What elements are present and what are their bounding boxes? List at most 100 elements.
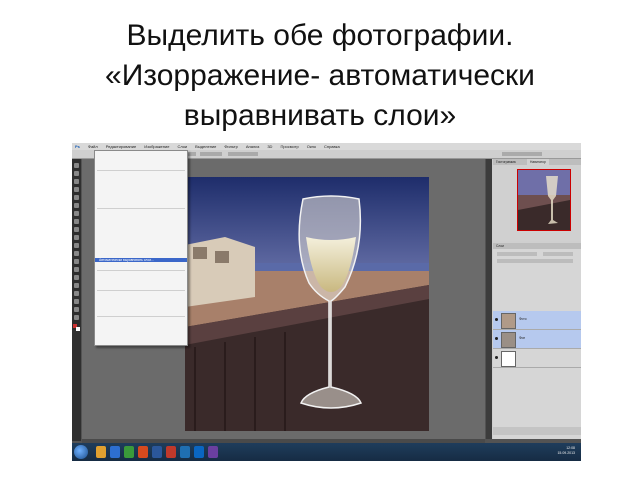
eye-icon[interactable] bbox=[495, 356, 498, 359]
menu-item[interactable] bbox=[99, 234, 183, 238]
lock-controls[interactable] bbox=[497, 259, 573, 263]
menu-ps-logo[interactable]: Ps bbox=[75, 143, 80, 150]
move-tool-icon[interactable] bbox=[74, 163, 79, 168]
menu-item[interactable] bbox=[99, 172, 183, 176]
navigator-tabs: Гистограмма Навигатор bbox=[493, 159, 581, 165]
menu-item[interactable] bbox=[99, 284, 183, 288]
menu-item[interactable] bbox=[99, 246, 183, 250]
tab-navigator[interactable]: Навигатор bbox=[527, 159, 549, 165]
menu-item[interactable] bbox=[99, 210, 183, 214]
system-clock[interactable]: 12:08 15.09.2013 bbox=[557, 446, 575, 456]
menu-item[interactable] bbox=[99, 216, 183, 220]
menu-item[interactable] bbox=[99, 252, 183, 256]
tab-histogram[interactable]: Гистограмма bbox=[496, 159, 516, 165]
healing-brush-tool-icon[interactable] bbox=[74, 211, 79, 216]
menu-bar: Ps Файл Редактирование Изображение Слои … bbox=[72, 143, 581, 150]
menu-3d[interactable]: 3D bbox=[267, 143, 272, 150]
crop-tool-icon[interactable] bbox=[74, 195, 79, 200]
menu-edit[interactable]: Редактирование bbox=[106, 143, 136, 150]
word-icon[interactable] bbox=[152, 446, 162, 458]
menu-analysis[interactable]: Анализ bbox=[246, 143, 260, 150]
layers-footer-buttons[interactable] bbox=[493, 427, 581, 435]
background-color-swatch[interactable] bbox=[76, 327, 80, 331]
menu-window[interactable]: Окно bbox=[307, 143, 316, 150]
menu-item[interactable] bbox=[99, 318, 183, 322]
app-icon[interactable] bbox=[138, 446, 148, 458]
menu-item[interactable] bbox=[99, 190, 183, 194]
photoshop-taskbar-icon[interactable] bbox=[180, 446, 190, 458]
menu-file[interactable]: Файл bbox=[88, 143, 98, 150]
app-icon[interactable] bbox=[124, 446, 134, 458]
options-control[interactable] bbox=[200, 152, 222, 156]
app-icon[interactable] bbox=[194, 446, 204, 458]
menu-separator bbox=[97, 270, 185, 271]
menu-item[interactable] bbox=[99, 264, 183, 268]
start-button-icon[interactable] bbox=[74, 445, 88, 459]
options-control[interactable] bbox=[228, 152, 258, 156]
menu-item[interactable] bbox=[99, 292, 183, 296]
collapsed-panel-strip[interactable] bbox=[486, 159, 492, 439]
marquee-tool-icon[interactable] bbox=[74, 171, 79, 176]
app-icon[interactable] bbox=[166, 446, 176, 458]
tab-layers[interactable]: Слои bbox=[496, 243, 504, 249]
brush-tool-icon[interactable] bbox=[74, 219, 79, 224]
eye-icon[interactable] bbox=[495, 318, 498, 321]
blur-tool-icon[interactable] bbox=[74, 259, 79, 264]
layer-row[interactable] bbox=[493, 349, 581, 368]
menu-item[interactable] bbox=[99, 202, 183, 206]
dodge-tool-icon[interactable] bbox=[74, 267, 79, 272]
menu-help[interactable]: Справка bbox=[324, 143, 340, 150]
menu-item-auto-align-layers[interactable]: Автоматически выравнивать слои... bbox=[95, 258, 187, 262]
menu-filter[interactable]: Фильтр bbox=[224, 143, 237, 150]
lasso-tool-icon[interactable] bbox=[74, 179, 79, 184]
menu-item[interactable] bbox=[99, 154, 183, 158]
layer-row[interactable]: Фон bbox=[493, 330, 581, 349]
menu-item[interactable] bbox=[99, 304, 183, 308]
menu-layers[interactable]: Слои bbox=[177, 143, 187, 150]
layer-thumbnail bbox=[501, 332, 516, 348]
type-tool-icon[interactable] bbox=[74, 283, 79, 288]
menu-item[interactable] bbox=[99, 310, 183, 314]
workspace-switcher[interactable] bbox=[502, 152, 542, 156]
quick-select-tool-icon[interactable] bbox=[74, 187, 79, 192]
explorer-icon[interactable] bbox=[96, 446, 106, 458]
menu-item[interactable] bbox=[99, 196, 183, 200]
menu-item[interactable] bbox=[99, 240, 183, 244]
menu-item[interactable] bbox=[99, 228, 183, 232]
zoom-tool-icon[interactable] bbox=[74, 315, 79, 320]
app-icon[interactable] bbox=[208, 446, 218, 458]
browser-icon[interactable] bbox=[110, 446, 120, 458]
layers-panel: Слои Фото Фон bbox=[493, 243, 581, 439]
menu-item[interactable] bbox=[99, 278, 183, 282]
menu-item[interactable] bbox=[99, 272, 183, 276]
eraser-tool-icon[interactable] bbox=[74, 243, 79, 248]
navigator-thumbnail[interactable] bbox=[517, 169, 571, 231]
opacity-field[interactable] bbox=[543, 252, 573, 256]
menu-item[interactable] bbox=[99, 222, 183, 226]
blend-mode-select[interactable] bbox=[497, 252, 537, 256]
eyedropper-tool-icon[interactable] bbox=[74, 203, 79, 208]
menu-item[interactable] bbox=[99, 184, 183, 188]
menu-item[interactable] bbox=[99, 336, 183, 340]
navigator-panel: Гистограмма Навигатор bbox=[493, 159, 581, 241]
menu-select[interactable]: Выделение bbox=[195, 143, 216, 150]
gradient-tool-icon[interactable] bbox=[74, 251, 79, 256]
menu-item[interactable] bbox=[99, 330, 183, 334]
menu-item[interactable] bbox=[99, 159, 183, 163]
hand-tool-icon[interactable] bbox=[74, 307, 79, 312]
history-brush-tool-icon[interactable] bbox=[74, 235, 79, 240]
layer-row[interactable]: Фото bbox=[493, 311, 581, 330]
menu-item[interactable] bbox=[99, 178, 183, 182]
eye-icon[interactable] bbox=[495, 337, 498, 340]
path-select-tool-icon[interactable] bbox=[74, 291, 79, 296]
menu-item[interactable] bbox=[99, 298, 183, 302]
shape-tool-icon[interactable] bbox=[74, 299, 79, 304]
menu-view[interactable]: Просмотр bbox=[280, 143, 298, 150]
menu-image[interactable]: Изображение bbox=[144, 143, 169, 150]
slide-title-line-3: выравнивать слои» bbox=[183, 99, 457, 132]
menu-item[interactable] bbox=[99, 324, 183, 328]
clone-stamp-tool-icon[interactable] bbox=[74, 227, 79, 232]
tools-panel bbox=[72, 159, 81, 441]
pen-tool-icon[interactable] bbox=[74, 275, 79, 280]
menu-item[interactable] bbox=[99, 164, 183, 168]
